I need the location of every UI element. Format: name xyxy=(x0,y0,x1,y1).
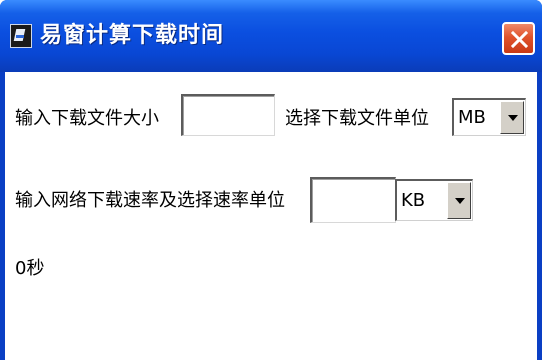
file-unit-label: 选择下载文件单位 xyxy=(285,108,429,129)
title-bar[interactable]: 易窗计算下载时间 xyxy=(0,0,542,72)
speed-unit-value: KB xyxy=(401,190,426,211)
window-title: 易窗计算下载时间 xyxy=(40,23,225,48)
file-unit-dropdown-arrow-icon[interactable] xyxy=(500,101,524,134)
speed-input[interactable] xyxy=(310,177,396,223)
file-unit-value: MB xyxy=(458,107,486,128)
close-icon xyxy=(510,30,529,49)
file-size-label: 输入下载文件大小 xyxy=(15,108,159,129)
file-size-input[interactable] xyxy=(181,94,275,136)
speed-label: 输入网络下载速率及选择速率单位 xyxy=(15,190,285,211)
close-button[interactable] xyxy=(502,22,535,55)
speed-unit-select[interactable]: KB xyxy=(395,179,473,221)
app-icon[interactable] xyxy=(10,24,32,48)
file-unit-select[interactable]: MB xyxy=(452,98,526,136)
result-text: 0秒 xyxy=(15,258,45,279)
client-area: 输入下载文件大小 选择下载文件单位 MB 输入网络下载速率及选择速率单位 KB … xyxy=(5,72,537,360)
app-window: 易窗计算下载时间 输入下载文件大小 选择下载文件单位 MB 输入网络下载速率及选… xyxy=(0,0,542,360)
speed-unit-dropdown-arrow-icon[interactable] xyxy=(447,182,471,219)
